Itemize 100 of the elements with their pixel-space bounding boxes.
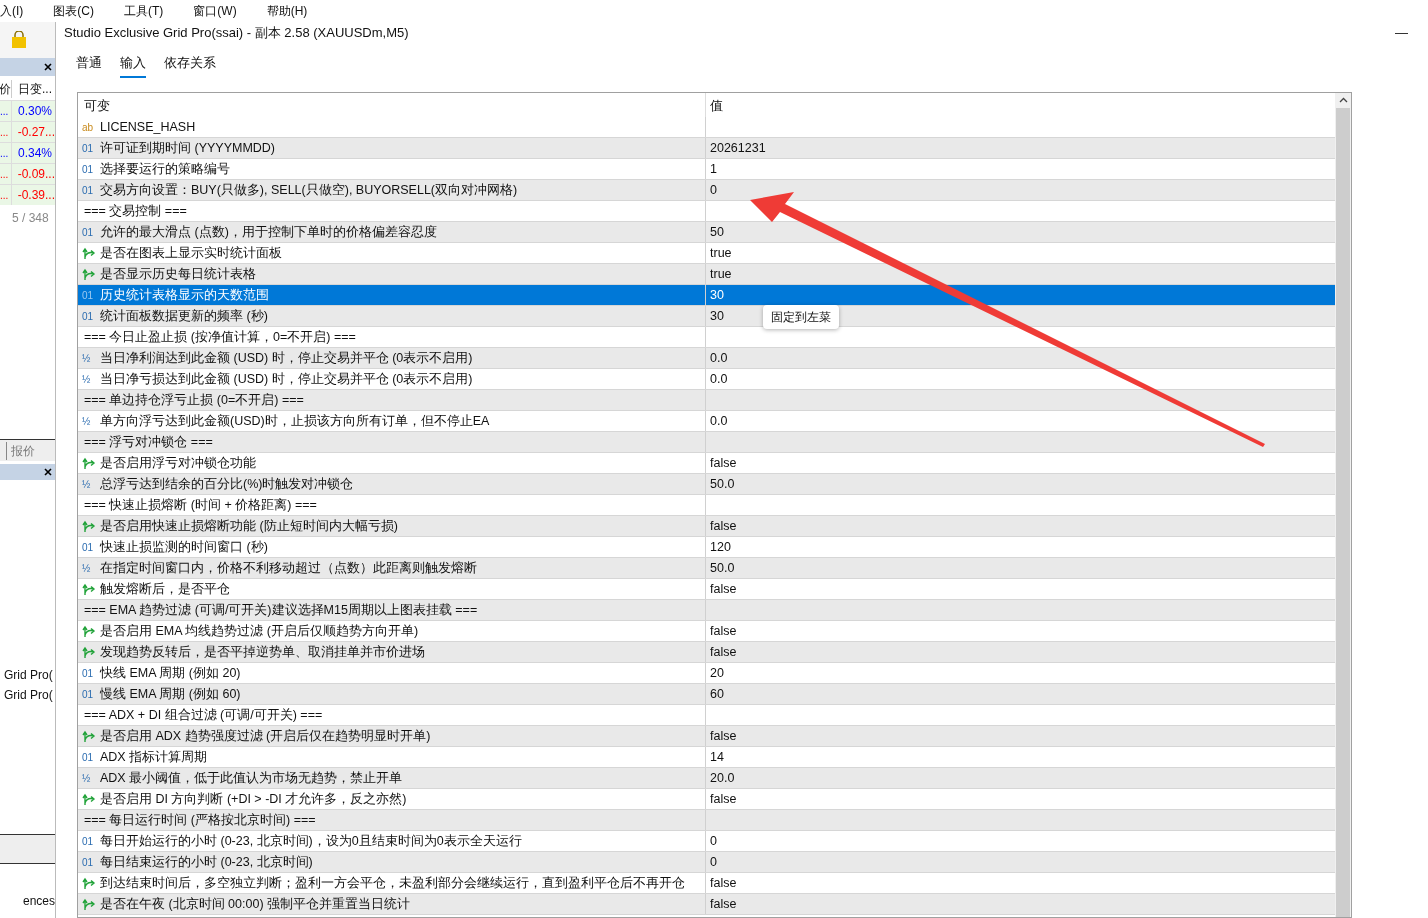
parameter-value[interactable]: false — [710, 516, 737, 536]
table-row[interactable]: 01 交易方向设置：BUY(只做多), SELL(只做空), BUYORSELL(双向对冲网格) 0 — [78, 180, 1335, 201]
table-row[interactable]: === 今日止盈止损 (按净值计算，0=不开启) === — [78, 327, 1335, 348]
tab[interactable]: 输入 — [120, 54, 146, 78]
table-row[interactable]: ab LICENSE_HASH — [78, 117, 1335, 138]
table-row[interactable]: 发现趋势反转后，是否平掉逆势单、取消挂单并市价进场 false — [78, 642, 1335, 663]
table-row[interactable]: ½ 总浮亏达到结余的百分比(%)时触发对冲锁仓 50.0 — [78, 474, 1335, 495]
type-icon: ½ — [82, 350, 96, 366]
table-cell: -0.09... — [11, 164, 55, 184]
table-row[interactable]: 01 ADX 指标计算周期 14 — [78, 747, 1335, 768]
menu-item[interactable]: 图表(C) — [53, 2, 94, 22]
tab-label[interactable]: ences — [0, 892, 55, 910]
menu-item[interactable]: 工具(T) — [124, 2, 164, 22]
parameter-value[interactable]: false — [710, 894, 737, 914]
list-item[interactable]: Grid Pro( — [0, 686, 55, 706]
table-row[interactable]: 是否启用 EMA 均线趋势过滤 (开启后仅顺趋势方向开单) false — [78, 621, 1335, 642]
close-icon[interactable] — [44, 63, 52, 71]
parameter-name: === 交易控制 === — [83, 202, 187, 220]
parameter-value[interactable]: 0.0 — [710, 369, 728, 389]
table-row[interactable]: 01 历史统计表格显示的天数范围 30 — [78, 285, 1335, 306]
menu-item[interactable]: 入(I) — [0, 2, 24, 22]
table-row[interactable]: 01 每日开始运行的小时 (0-23, 北京时间)，设为0且结束时间为0表示全天运行 0 — [78, 831, 1335, 852]
table-row[interactable]: 触发熔断后，是否平仓 false — [78, 579, 1335, 600]
parameter-value[interactable]: false — [710, 621, 737, 641]
parameter-value[interactable]: true — [710, 264, 732, 284]
type-icon: 01 — [82, 854, 96, 870]
parameter-value[interactable]: false — [710, 642, 737, 662]
type-icon: ½ — [82, 413, 96, 429]
table-row[interactable]: === 浮亏对冲锁仓 === — [78, 432, 1335, 453]
table-row[interactable]: ½ 在指定时间窗口内，价格不利移动超过（点数）此距离则触发熔断 50.0 — [78, 558, 1335, 579]
parameter-value[interactable]: false — [710, 789, 737, 809]
parameter-value[interactable]: 20261231 — [710, 138, 766, 158]
parameter-value[interactable]: 0 — [710, 831, 717, 851]
parameter-value[interactable]: false — [710, 873, 737, 893]
table-row[interactable]: === 每日运行时间 (严格按北京时间) === — [78, 810, 1335, 831]
parameter-value[interactable]: false — [710, 453, 737, 473]
parameter-value[interactable]: 0.0 — [710, 411, 728, 431]
parameter-value[interactable]: 0.0 — [710, 348, 728, 368]
table-row[interactable]: === 快速止损熔断 (时间 + 价格距离) === — [78, 495, 1335, 516]
table-row[interactable]: 01 每日结束运行的小时 (0-23, 北京时间) 0 — [78, 852, 1335, 873]
parameter-value[interactable]: 0 — [710, 180, 717, 200]
tooltip: 固定到左菜 — [763, 305, 839, 329]
table-row[interactable]: 是否启用浮亏对冲锁仓功能 false — [78, 453, 1335, 474]
branch-arrow-icon — [82, 792, 96, 806]
table-row[interactable]: ½ 单方向浮亏达到此金额(USD)时，止损该方向所有订单，但不停止EA 0.0 — [78, 411, 1335, 432]
close-icon[interactable] — [44, 468, 52, 476]
parameter-value[interactable]: 20 — [710, 663, 724, 683]
parameter-value[interactable]: 50 — [710, 222, 724, 242]
column-header[interactable]: 日变... — [12, 80, 52, 98]
type-icon: ½ — [82, 770, 96, 786]
tab[interactable]: 依存关系 — [164, 54, 216, 78]
parameter-value[interactable]: 0 — [710, 852, 717, 872]
parameter-value[interactable]: 60 — [710, 684, 724, 704]
table-row[interactable]: === ADX + DI 组合过滤 (可调/可开关) === — [78, 705, 1335, 726]
table-row[interactable]: === EMA 趋势过滤 (可调/可开关)建议选择M15周期以上图表挂载 === — [78, 600, 1335, 621]
parameter-value[interactable]: true — [710, 243, 732, 263]
scroll-up-icon[interactable] — [1338, 97, 1348, 103]
table-row[interactable]: 是否在图表上显示实时统计面板 true — [78, 243, 1335, 264]
parameter-name: 发现趋势反转后，是否平掉逆势单、取消挂单并市价进场 — [100, 643, 425, 661]
parameter-name: 是否显示历史每日统计表格 — [100, 265, 256, 283]
column-header[interactable]: 值 — [706, 93, 1335, 117]
parameter-value[interactable]: 120 — [710, 537, 731, 557]
minimize-button[interactable]: — — [1383, 23, 1420, 43]
menu-item[interactable]: 帮助(H) — [266, 2, 308, 22]
table-row[interactable]: === 交易控制 === — [78, 201, 1335, 222]
tab-strip — [0, 834, 55, 864]
parameter-name: 每日结束运行的小时 (0-23, 北京时间) — [100, 853, 313, 871]
table-row[interactable]: 到达结束时间后，多空独立判断；盈利一方会平仓，未盈利部分会继续运行，直到盈利平仓后不再开仓 false — [78, 873, 1335, 894]
table-row[interactable]: 是否显示历史每日统计表格 true — [78, 264, 1335, 285]
table-row[interactable]: ½ 当日净亏损达到此金额 (USD) 时，停止交易并平仓 (0表示不启用) 0.0 — [78, 369, 1335, 390]
parameter-value[interactable]: 20.0 — [710, 768, 735, 788]
table-row[interactable]: === 单边持仓浮亏止损 (0=不开启) === — [78, 390, 1335, 411]
table-row[interactable]: ½ ADX 最小阈值，低于此值认为市场无趋势，禁止开单 20.0 — [78, 768, 1335, 789]
menu-item[interactable]: 窗口(W) — [193, 2, 237, 22]
parameter-value[interactable]: 14 — [710, 747, 724, 767]
table-row[interactable]: 是否在午夜 (北京时间 00:00) 强制平仓并重置当日统计 false — [78, 894, 1335, 915]
table-row[interactable]: 01 许可证到期时间 (YYYYMMDD) 20261231 — [78, 138, 1335, 159]
parameter-value[interactable]: 30 — [710, 306, 724, 326]
parameter-name: 每日开始运行的小时 (0-23, 北京时间)，设为0且结束时间为0表示全天运行 — [100, 832, 522, 850]
table-row[interactable]: ½ 当日净利润达到此金额 (USD) 时，停止交易并平仓 (0表示不启用) 0.0 — [78, 348, 1335, 369]
parameter-value[interactable]: 50.0 — [710, 558, 735, 578]
table-row[interactable]: 01 快线 EMA 周期 (例如 20) 20 — [78, 663, 1335, 684]
table-row[interactable]: 01 快速止损监测的时间窗口 (秒) 120 — [78, 537, 1335, 558]
type-icon: 01 — [82, 287, 96, 303]
parameter-value[interactable]: 1 — [710, 159, 717, 179]
table-row[interactable]: 01 选择要运行的策略编号 1 — [78, 159, 1335, 180]
parameter-name: 许可证到期时间 (YYYYMMDD) — [100, 139, 276, 157]
parameter-value[interactable]: 30 — [710, 285, 724, 305]
parameter-value[interactable]: false — [710, 579, 737, 599]
parameter-value[interactable]: false — [710, 726, 737, 746]
list-item[interactable]: Grid Pro( — [0, 666, 55, 686]
table-row[interactable]: 01 慢线 EMA 周期 (例如 60) 60 — [78, 684, 1335, 705]
table-row[interactable]: 01 允许的最大滑点 (点数)，用于控制下单时的价格偏差容忍度 50 — [78, 222, 1335, 243]
parameter-value[interactable]: 50.0 — [710, 474, 735, 494]
branch-arrow-icon — [82, 582, 96, 596]
tab[interactable]: 普通 — [76, 54, 102, 78]
type-icon: ½ — [82, 371, 96, 387]
table-row[interactable]: 是否启用 DI 方向判断 (+DI > -DI 才允许多，反之亦然) false — [78, 789, 1335, 810]
table-row[interactable]: 是否启用快速止损熔断功能 (防止短时间内大幅亏损) false — [78, 516, 1335, 537]
table-row[interactable]: 是否启用 ADX 趋势强度过滤 (开启后仅在趋势明显时开单) false — [78, 726, 1335, 747]
